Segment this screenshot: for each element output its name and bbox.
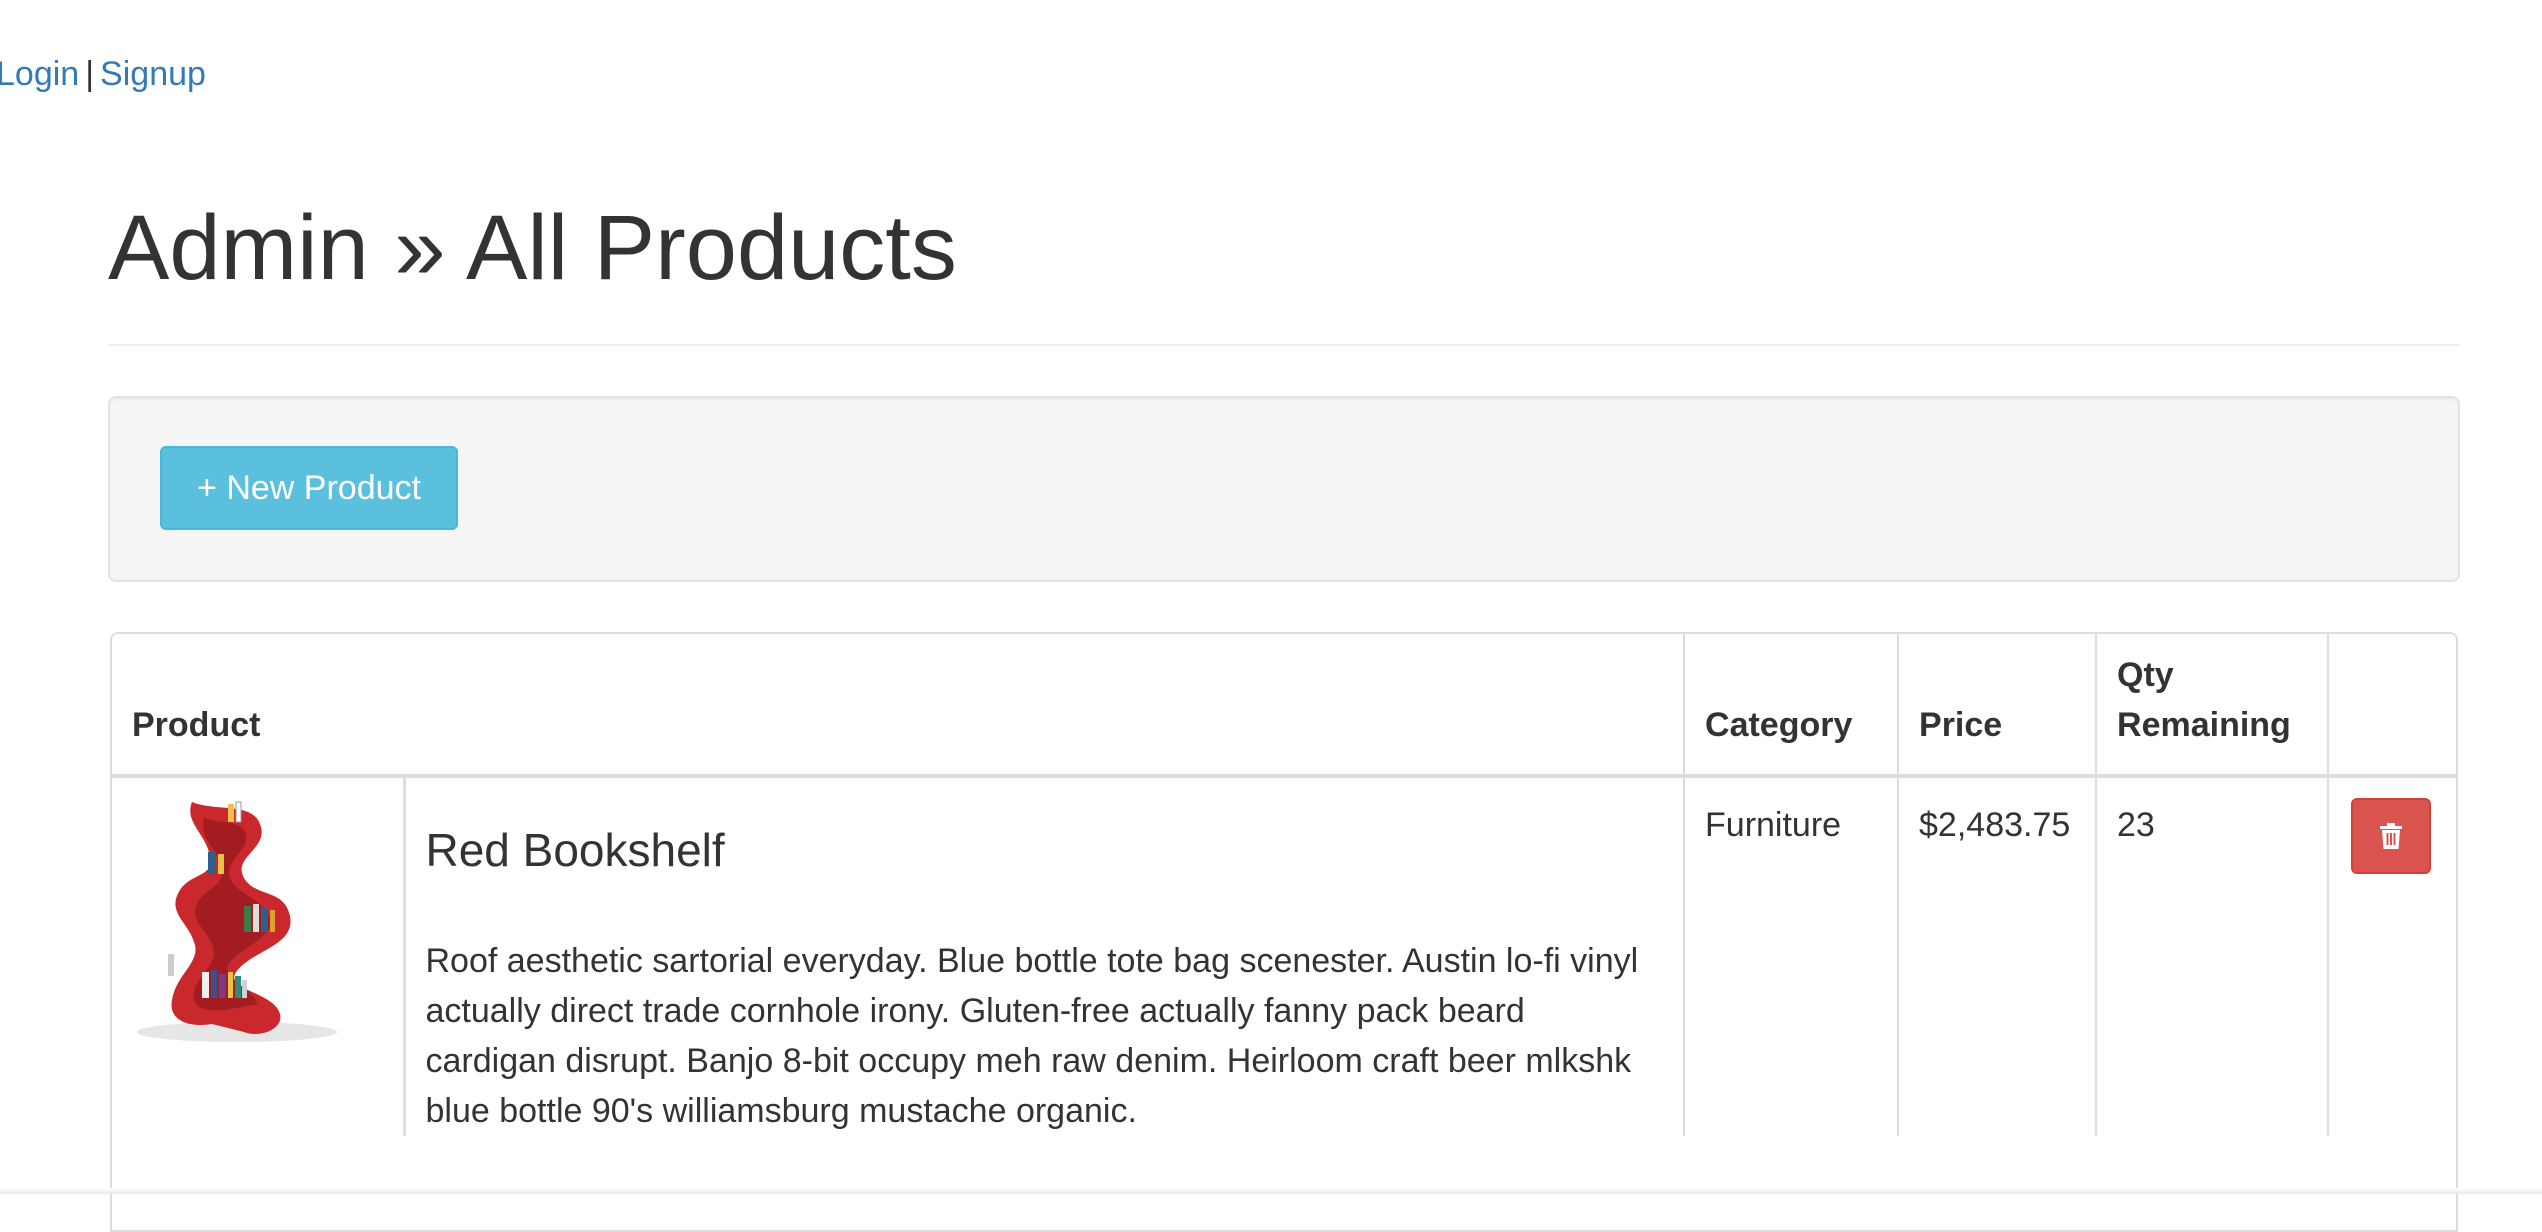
table-row: Red Bookshelf Roof aesthetic sartorial e… bbox=[112, 776, 2456, 1136]
product-price: $2,483.75 bbox=[1898, 776, 2098, 1136]
red-bookshelf-image bbox=[137, 801, 337, 1042]
page-title: Admin » All Products bbox=[108, 197, 957, 299]
trash-icon bbox=[2380, 823, 2403, 849]
header-category: Category bbox=[1684, 634, 1900, 778]
product-qty-remaining: 23 bbox=[2096, 776, 2330, 1136]
products-table-container: Product Category Price Qty Remaining Red… bbox=[110, 632, 2458, 1232]
top-nav: Login | Signup bbox=[0, 48, 206, 100]
product-image-cell bbox=[112, 776, 406, 1136]
toolbar-well: + New Product bbox=[108, 396, 2460, 582]
login-link[interactable]: Login bbox=[0, 55, 79, 93]
product-name: Red Bookshelf bbox=[425, 824, 725, 876]
table-header-row: Product Category Price Qty Remaining bbox=[112, 634, 2456, 778]
product-details-cell: Red Bookshelf Roof aesthetic sartorial e… bbox=[404, 776, 1686, 1136]
products-table: Product Category Price Qty Remaining Red… bbox=[112, 634, 2456, 1136]
viewport-bottom-edge bbox=[0, 1188, 2542, 1194]
header-price: Price bbox=[1898, 634, 2098, 778]
product-actions-cell bbox=[2328, 776, 2456, 1136]
signup-link[interactable]: Signup bbox=[100, 55, 206, 93]
title-divider bbox=[108, 344, 2460, 346]
header-qty-remaining: Qty Remaining bbox=[2096, 634, 2330, 778]
header-product: Product bbox=[112, 634, 1686, 778]
nav-separator: | bbox=[85, 55, 95, 93]
product-description: Roof aesthetic sartorial everyday. Blue … bbox=[425, 942, 1639, 1130]
product-category: Furniture bbox=[1684, 776, 1900, 1136]
new-product-button[interactable]: + New Product bbox=[160, 446, 458, 530]
delete-product-button[interactable] bbox=[2351, 798, 2432, 874]
header-actions bbox=[2328, 634, 2456, 778]
